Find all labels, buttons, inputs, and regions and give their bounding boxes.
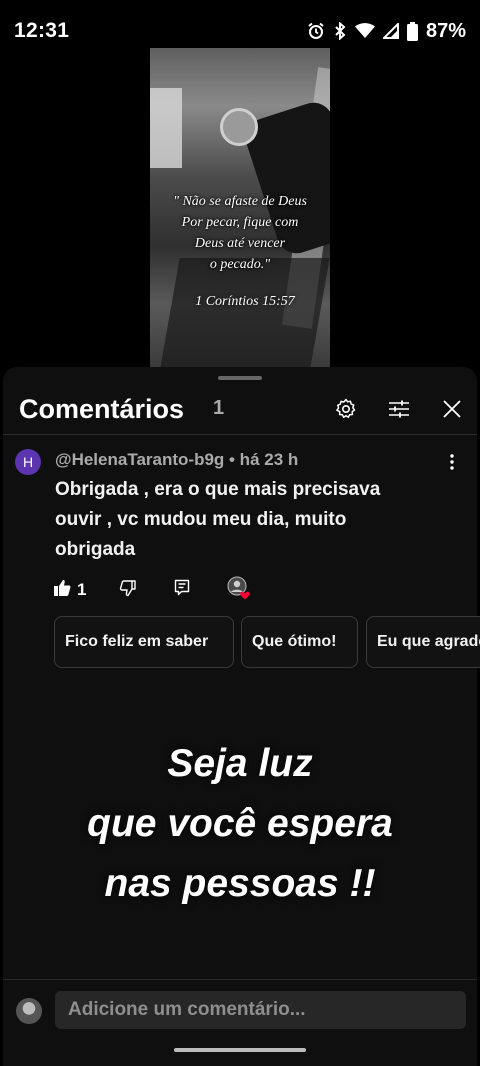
- comments-count: 1: [213, 397, 225, 419]
- video-frame-detail: [150, 88, 182, 168]
- user-avatar: [16, 998, 42, 1024]
- filter-icon[interactable]: [384, 394, 414, 424]
- drag-handle[interactable]: [218, 376, 262, 380]
- avatar[interactable]: H: [15, 449, 41, 475]
- battery-icon: [406, 21, 418, 41]
- comments-panel: Comentários 1 H @HelenaTaranto-b9g • há …: [3, 367, 480, 1066]
- creator-avatar-heart-icon: [227, 576, 251, 605]
- dislike-button[interactable]: [119, 577, 137, 603]
- home-indicator[interactable]: [174, 1048, 306, 1052]
- divider: [3, 434, 477, 435]
- comments-title: Comentários: [19, 393, 185, 424]
- battery-percent: 87%: [425, 19, 466, 42]
- like-button[interactable]: 1: [53, 577, 86, 603]
- comments-header: Comentários 1: [3, 387, 477, 431]
- like-count: 1: [77, 580, 87, 599]
- overlay-caption: Seja luz que você espera nas pessoas !!: [87, 742, 393, 905]
- video-frame-detail: [220, 108, 258, 146]
- reply-button[interactable]: [174, 577, 190, 603]
- reply-chip[interactable]: Fico feliz em saber: [54, 616, 234, 668]
- thumbs-up-icon: [53, 579, 71, 602]
- divider: [3, 979, 477, 980]
- comment-author-meta[interactable]: @HelenaTaranto-b9g • há 23 h: [55, 450, 298, 470]
- signal-icon: [382, 23, 399, 39]
- video-reference-text: 1 Coríntios 15:57: [195, 294, 295, 309]
- bluetooth-icon: [333, 22, 347, 40]
- video-quote-text: " Não se afaste de Deus Por pecar, fique…: [173, 194, 307, 272]
- wifi-icon: [354, 23, 375, 39]
- comment-text: Obrigada , era o que mais precisava ouvi…: [55, 479, 381, 560]
- alarm-icon: [307, 22, 325, 40]
- reply-chip[interactable]: Que ótimo!: [241, 616, 358, 668]
- close-icon[interactable]: [437, 394, 467, 424]
- creator-heart-badge: [227, 576, 251, 605]
- status-icons: 87%: [307, 20, 466, 43]
- more-options-icon[interactable]: [442, 451, 462, 473]
- reply-chip[interactable]: Eu que agradeço: [366, 616, 480, 668]
- video-player[interactable]: " Não se afaste de Deus Por pecar, fique…: [150, 48, 330, 368]
- settings-icon[interactable]: [331, 394, 361, 424]
- status-time: 12:31: [14, 19, 70, 42]
- add-comment-input[interactable]: [55, 991, 466, 1029]
- thumbs-down-icon: [119, 579, 137, 602]
- comment-reply-icon: [174, 579, 190, 602]
